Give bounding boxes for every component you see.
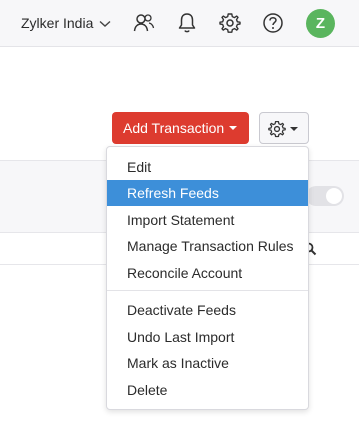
help-icon[interactable]	[261, 11, 285, 35]
menu-item-label: Deactivate Feeds	[127, 302, 236, 318]
menu-item-label: Edit	[127, 159, 152, 175]
add-transaction-label: Add Transaction	[123, 120, 225, 136]
menu-item-label: Refresh Feeds	[127, 185, 219, 201]
bell-icon[interactable]	[175, 11, 199, 35]
menu-item-refresh-feeds[interactable]: Refresh Feeds	[107, 180, 308, 206]
menu-item-edit[interactable]: Edit	[107, 154, 308, 180]
menu-item-import-statement[interactable]: Import Statement	[107, 207, 308, 233]
feeds-toggle[interactable]	[306, 186, 344, 206]
users-icon[interactable]	[132, 11, 156, 35]
menu-item-label: Import Statement	[127, 212, 235, 228]
user-avatar[interactable]: Z	[306, 9, 335, 38]
menu-item-label: Mark as Inactive	[127, 355, 229, 371]
menu-separator	[107, 290, 308, 291]
menu-item-label: Delete	[127, 382, 168, 398]
caret-down-icon	[229, 126, 237, 130]
organization-switcher[interactable]: Zylker India	[21, 15, 111, 31]
menu-item-manage-transaction-rules[interactable]: Manage Transaction Rules	[107, 233, 308, 259]
menu-item-label: Undo Last Import	[127, 329, 235, 345]
gear-icon	[268, 120, 286, 143]
gear-icon[interactable]	[218, 11, 242, 35]
menu-item-reconcile-account[interactable]: Reconcile Account	[107, 260, 308, 286]
menu-item-mark-as-inactive[interactable]: Mark as Inactive	[107, 350, 308, 376]
avatar-letter: Z	[315, 15, 326, 32]
caret-down-icon	[290, 127, 298, 131]
menu-item-delete[interactable]: Delete	[107, 377, 308, 403]
menu-item-deactivate-feeds[interactable]: Deactivate Feeds	[107, 297, 308, 323]
settings-dropdown-menu: Edit Refresh Feeds Import Statement Mana…	[106, 146, 309, 410]
add-transaction-button[interactable]: Add Transaction	[112, 112, 249, 144]
menu-item-undo-last-import[interactable]: Undo Last Import	[107, 324, 308, 350]
menu-item-label: Reconcile Account	[127, 265, 243, 281]
organization-name: Zylker India	[21, 15, 94, 31]
chevron-down-icon	[99, 15, 111, 31]
settings-dropdown-button[interactable]	[259, 112, 309, 144]
toggle-knob	[326, 188, 342, 204]
menu-item-label: Manage Transaction Rules	[127, 238, 294, 254]
top-bar: Zylker India Z	[0, 0, 359, 47]
